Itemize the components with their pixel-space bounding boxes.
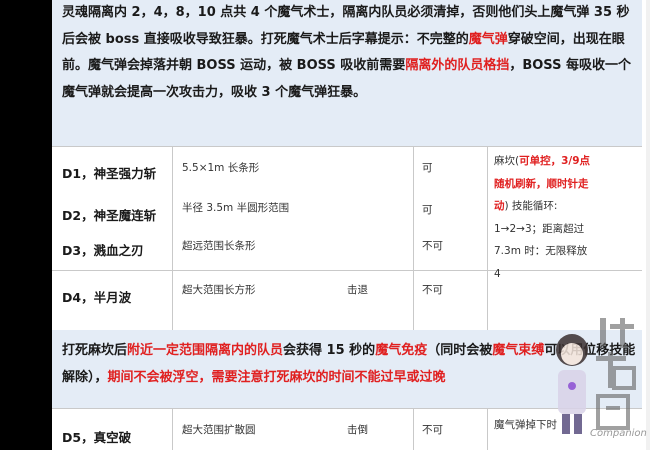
column-divider [172, 146, 173, 330]
left-frame [0, 0, 52, 450]
guide-page: 灵魂隔离内 2，4，8，10 点共 4 个魔气术士，隔离内队员必须清掉，否则他们… [0, 0, 650, 450]
para2-text-3: （同时会被 [427, 343, 493, 358]
column-divider [413, 408, 414, 450]
skill-description: 5.5×1m 长条形 [182, 162, 260, 174]
intro-highlight-2: 隔离外的队员格挡 [405, 58, 510, 74]
note-text-2: ) 技能循环: 1→2→3；距离超过 7.3m 时：无限释放 4 [494, 200, 588, 280]
skill-name: D5，真空破 [62, 430, 132, 445]
column-divider [487, 408, 488, 450]
skill-control: 不可 [422, 284, 443, 296]
para2-text-2: 会获得 15 秒的 [283, 343, 376, 358]
skill-effect: 击倒 [347, 424, 368, 436]
column-divider [487, 146, 488, 330]
intro-highlight-1: 魔气弹 [468, 31, 508, 47]
note-text: 麻坎( [494, 155, 520, 167]
para2-highlight-3: 魔气束缚 [492, 343, 545, 358]
watermark-text: Companion [590, 428, 647, 439]
intro-paragraph: 灵魂隔离内 2，4，8，10 点共 4 个魔气术士，隔离内队员必须清掉，否则他们… [62, 0, 637, 106]
boss-note: 麻坎(可单控，3/9点随机刷新，顺时针走动) 技能循环: 1→2→3；距离超过 … [494, 150, 594, 285]
skill-name: D3，溅血之刃 [62, 243, 144, 258]
skill-name: D4，半月波 [62, 290, 132, 305]
para2-highlight-4: 期间不会被浮空，需要注意打死麻坎的时间不能过早或过晚 [107, 369, 446, 385]
skill-description: 超远范围长条形 [182, 240, 256, 252]
skill-description: 超大范围扩散圆 [182, 424, 256, 436]
para2-highlight-2: 魔气免疫 [375, 343, 428, 358]
table-divider [52, 146, 642, 147]
skill-control: 可 [422, 204, 433, 216]
skill-name: D2，神圣魔连斩 [62, 208, 157, 223]
skill-control: 可 [422, 162, 433, 174]
para2-text: 打死麻坎后 [62, 343, 128, 358]
skill-control: 不可 [422, 424, 443, 436]
skill-effect: 击退 [347, 284, 368, 296]
column-divider [172, 408, 173, 450]
column-divider [413, 146, 414, 330]
skill-control: 不可 [422, 240, 443, 252]
skill-name: D1，神圣强力斩 [62, 166, 157, 181]
skill-description: 半径 3.5m 半圆形范围 [182, 202, 290, 214]
skill-description: 超大范围长方形 [182, 284, 256, 296]
para2-highlight-1: 附近一定范围隔离内的队员 [127, 343, 284, 358]
